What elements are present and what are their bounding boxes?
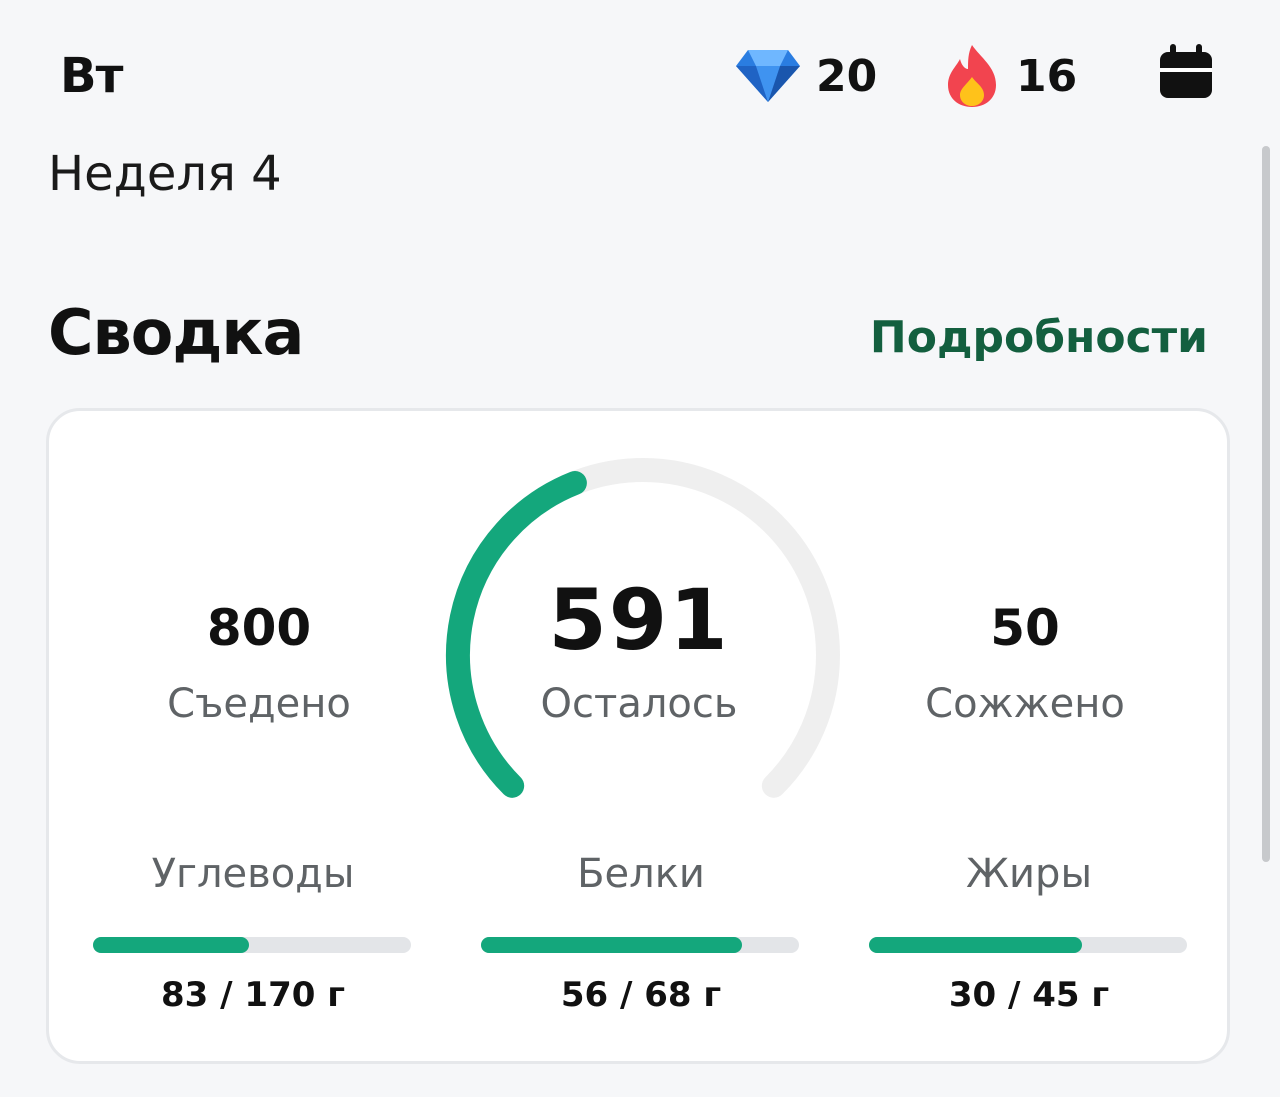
macro-bar-fill <box>481 937 742 953</box>
eaten-value: 800 <box>206 599 312 657</box>
streak-value: 16 <box>1016 50 1078 102</box>
gems-counter[interactable]: 20 <box>734 40 877 112</box>
remaining-label: Осталось <box>540 681 738 727</box>
macro-name: Жиры <box>965 851 1093 897</box>
diamond-icon <box>736 50 800 102</box>
macro-amount: 56 / 68 г <box>560 975 722 1015</box>
macro-bar-fill <box>869 937 1083 953</box>
summary-card: 800 Съедено 591 Осталось 50 Сожжено Угле… <box>46 408 1230 1064</box>
eaten-label: Съедено <box>167 681 351 727</box>
remaining-value: 591 <box>548 571 730 669</box>
fire-icon <box>948 45 996 107</box>
macro-bar <box>869 937 1187 953</box>
burned-label: Сожжено <box>925 681 1125 727</box>
macro-name: Углеводы <box>151 851 355 897</box>
scrollbar[interactable] <box>1262 146 1270 862</box>
macro-protein: Белки 56 / 68 г <box>481 851 801 1015</box>
macro-amount: 83 / 170 г <box>161 975 345 1015</box>
summary-title: Сводка <box>48 296 304 369</box>
calendar-icon <box>1160 44 1212 98</box>
macro-bar <box>93 937 411 953</box>
burned-value: 50 <box>990 599 1060 657</box>
macro-carbs: Углеводы 83 / 170 г <box>93 851 413 1015</box>
week-label: Неделя 4 <box>48 146 282 202</box>
macro-name: Белки <box>577 851 705 897</box>
details-link[interactable]: Подробности <box>870 312 1208 363</box>
macro-fat: Жиры 30 / 45 г <box>869 851 1189 1015</box>
gems-value: 20 <box>816 50 878 102</box>
macro-amount: 30 / 45 г <box>948 975 1110 1015</box>
macro-bar-fill <box>93 937 249 953</box>
streak-counter[interactable]: 16 <box>942 40 1077 112</box>
macro-bar <box>481 937 799 953</box>
calendar-button[interactable] <box>1156 42 1216 102</box>
top-bar: Вт 20 16 <box>0 0 1280 150</box>
day-label: Вт <box>60 48 123 104</box>
